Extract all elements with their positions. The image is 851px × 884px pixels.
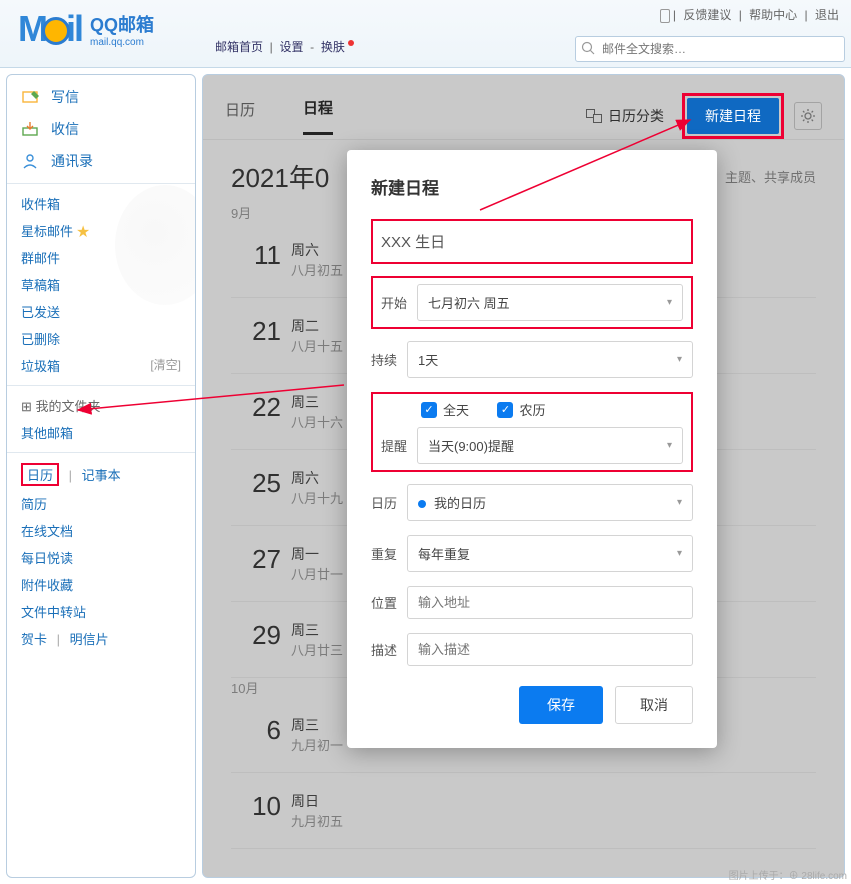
remind-select[interactable]: 当天(9:00)提醒 ▾ — [417, 427, 683, 464]
subject-highlight — [371, 219, 693, 264]
online-doc-link[interactable]: 在线文档 — [21, 524, 73, 539]
check-icon: ✓ — [421, 402, 437, 418]
contacts-label: 通讯录 — [51, 151, 93, 171]
pencil-icon — [21, 89, 41, 105]
calendar-highlight: 日历 — [21, 463, 59, 486]
event-subject-input[interactable] — [381, 227, 683, 256]
sidebar: 写信 收信 通讯录 收件箱 星标邮件 ★ 群邮件 草稿箱 已发送 已删除 垃圾箱… — [6, 74, 196, 878]
file-transfer-link[interactable]: 文件中转站 — [21, 605, 86, 620]
empty-trash-link[interactable]: [清空] — [150, 356, 181, 373]
chevron-down-icon: ▾ — [677, 354, 682, 365]
feedback-link[interactable]: 反馈建议 — [683, 8, 731, 22]
save-button[interactable]: 保存 — [519, 686, 603, 724]
other-mail-link[interactable]: 其他邮箱 — [21, 426, 73, 441]
start-highlight: 开始 七月初六 周五 ▾ — [371, 276, 693, 329]
sidebar-notes-link[interactable]: 记事本 — [82, 468, 121, 483]
daily-read-link[interactable]: 每日悦读 — [21, 551, 73, 566]
start-date-select[interactable]: 七月初六 周五 ▾ — [417, 284, 683, 321]
folder-group[interactable]: 群邮件 — [21, 244, 181, 271]
phone-icon[interactable] — [660, 9, 670, 23]
receive-button[interactable]: 收信 — [7, 113, 195, 145]
start-label: 开始 — [381, 293, 417, 312]
folder-inbox[interactable]: 收件箱 — [21, 190, 181, 217]
postcard-link[interactable]: 明信片 — [70, 632, 109, 647]
top-right-links: | 反馈建议 | 帮助中心 | 退出 — [660, 6, 843, 23]
help-link[interactable]: 帮助中心 — [749, 8, 797, 22]
sidebar-calendar-link[interactable]: 日历 — [27, 468, 53, 483]
lunar-checkbox[interactable]: ✓ 农历 — [497, 400, 545, 419]
inbox-arrow-icon — [21, 121, 41, 137]
folder-starred[interactable]: 星标邮件 ★ — [21, 217, 181, 244]
search-input[interactable] — [575, 36, 845, 62]
calendar-select[interactable]: 我的日历 ▾ — [407, 484, 693, 521]
search-icon — [581, 41, 595, 60]
logo-cn: QQ邮箱 — [90, 15, 154, 35]
greeting-link[interactable]: 贺卡 — [21, 632, 47, 647]
chevron-down-icon: ▾ — [667, 297, 672, 308]
notification-dot-icon — [348, 40, 354, 46]
color-dot-icon — [418, 500, 426, 508]
chevron-down-icon: ▾ — [677, 548, 682, 559]
location-input[interactable] — [407, 586, 693, 619]
allday-remind-highlight: ✓ 全天 ✓ 农历 提醒 当天(9:00)提醒 ▾ — [371, 392, 693, 472]
folder-trash[interactable]: 垃圾箱[清空] — [21, 352, 181, 379]
receive-label: 收信 — [51, 119, 79, 139]
new-event-button[interactable]: 新建日程 — [687, 98, 779, 134]
app-header: Mil QQ邮箱 mail.qq.com 邮箱首页 | 设置 - 换肤 | 反馈… — [0, 0, 851, 68]
new-event-modal: 新建日程 开始 七月初六 周五 ▾ 持续 1天 ▾ ✓ 全天 ✓ 农历 — [347, 150, 717, 748]
chevron-down-icon: ▾ — [677, 497, 682, 508]
duration-select[interactable]: 1天 ▾ — [407, 341, 693, 378]
check-icon: ✓ — [497, 402, 513, 418]
star-icon: ★ — [77, 224, 90, 239]
my-folders-toggle[interactable]: ⊞ 我的文件夹 — [7, 392, 195, 419]
search-wrap — [575, 36, 845, 62]
nav-home[interactable]: 邮箱首页 — [215, 40, 263, 54]
compose-label: 写信 — [51, 87, 79, 107]
desc-label: 描述 — [371, 640, 407, 659]
chevron-down-icon: ▾ — [667, 440, 672, 451]
repeat-select[interactable]: 每年重复 ▾ — [407, 535, 693, 572]
new-event-highlight: 新建日程 — [682, 93, 784, 139]
top-nav: 邮箱首页 | 设置 - 换肤 — [215, 38, 354, 55]
allday-checkbox[interactable]: ✓ 全天 — [421, 400, 469, 419]
logo: Mil QQ邮箱 mail.qq.com — [18, 8, 154, 50]
nav-settings[interactable]: 设置 — [279, 40, 303, 54]
compose-button[interactable]: 写信 — [7, 81, 195, 113]
modal-title: 新建日程 — [371, 174, 693, 199]
nav-skin[interactable]: 换肤 — [321, 40, 345, 54]
logo-m: Mil — [18, 8, 82, 50]
resume-link[interactable]: 简历 — [21, 497, 47, 512]
folder-drafts[interactable]: 草稿箱 — [21, 271, 181, 298]
attach-fav-link[interactable]: 附件收藏 — [21, 578, 73, 593]
watermark: 图片上传于：⊕ 28life.com — [729, 867, 847, 882]
folder-deleted[interactable]: 已删除 — [21, 325, 181, 352]
folder-sent[interactable]: 已发送 — [21, 298, 181, 325]
penguin-icon — [42, 17, 70, 45]
logo-url: mail.qq.com — [90, 37, 154, 48]
location-label: 位置 — [371, 593, 407, 612]
repeat-label: 重复 — [371, 544, 407, 563]
calendar-label: 日历 — [371, 493, 407, 512]
remind-label: 提醒 — [381, 436, 417, 455]
cancel-button[interactable]: 取消 — [615, 686, 693, 724]
person-icon — [21, 153, 41, 169]
logout-link[interactable]: 退出 — [815, 8, 839, 22]
duration-label: 持续 — [371, 350, 407, 369]
contacts-button[interactable]: 通讯录 — [7, 145, 195, 177]
folder-list: 收件箱 星标邮件 ★ 群邮件 草稿箱 已发送 已删除 垃圾箱[清空] — [7, 190, 195, 379]
desc-input[interactable] — [407, 633, 693, 666]
